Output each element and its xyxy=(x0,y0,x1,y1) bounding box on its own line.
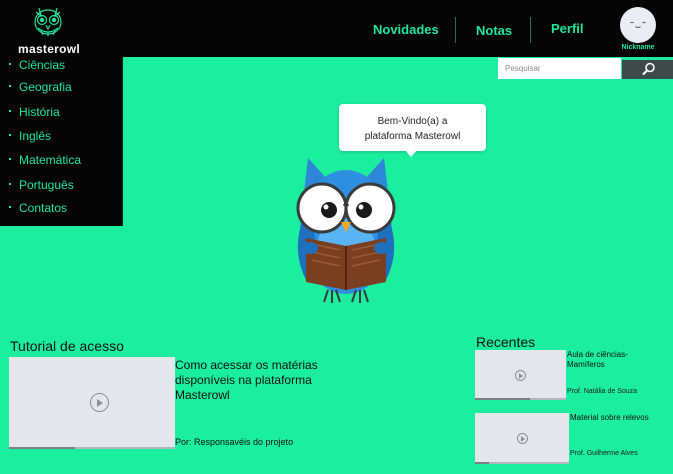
welcome-speech-bubble: Bem-Vindo(a) a plataforma Masterowl xyxy=(339,104,486,151)
bullet-icon xyxy=(9,206,11,208)
play-button[interactable] xyxy=(517,433,528,444)
owl-mascot-icon xyxy=(296,158,396,303)
sidebar-item-geografia[interactable]: Geografia xyxy=(9,80,72,94)
nav-perfil[interactable]: Perfil xyxy=(551,21,584,36)
nav-novidades[interactable]: Novidades xyxy=(373,22,439,37)
bullet-icon xyxy=(9,110,11,112)
bullet-icon xyxy=(9,158,11,160)
sidebar-item-contatos[interactable]: Contatos xyxy=(9,201,67,215)
recent-item-title[interactable]: Material sobre relevos xyxy=(570,413,670,423)
play-icon xyxy=(521,435,525,442)
play-button[interactable] xyxy=(515,370,526,381)
avatar[interactable] xyxy=(620,7,656,43)
tutorial-video-player[interactable] xyxy=(9,357,175,449)
play-button[interactable] xyxy=(90,393,109,412)
recent-video-thumbnail[interactable] xyxy=(475,350,566,400)
sidebar-item-ingles[interactable]: Inglês xyxy=(9,129,51,143)
video-progress-fill xyxy=(475,462,490,464)
nav-notas[interactable]: Notas xyxy=(476,23,512,38)
recent-section-title: Recentes xyxy=(476,334,536,350)
speech-bubble-tail xyxy=(405,150,417,157)
sidebar-item-portugues[interactable]: Português xyxy=(9,178,74,192)
smiley-face-icon xyxy=(630,21,646,28)
sidebar-item-ciencias[interactable]: Ciências xyxy=(9,58,65,72)
search-icon xyxy=(642,62,655,76)
bullet-icon xyxy=(9,183,11,185)
video-progress-fill xyxy=(475,398,530,400)
brand-logo[interactable]: masterowl xyxy=(14,6,90,56)
brand-name: masterowl xyxy=(18,42,81,56)
header-bar: masterowl Novidades Notas Perfil Nicknam… xyxy=(0,0,673,57)
search-button[interactable] xyxy=(622,60,673,79)
tutorial-section-title: Tutorial de acesso xyxy=(10,338,124,354)
play-icon xyxy=(97,398,103,407)
sidebar-item-matematica[interactable]: Matemática xyxy=(9,153,81,167)
recent-item-title[interactable]: Aula de ciências-Mamíferos xyxy=(567,350,657,370)
welcome-line-1: Bem-Vindo(a) a xyxy=(377,116,448,127)
tutorial-description[interactable]: Como acessar os matérias disponíveis na … xyxy=(175,358,345,403)
sidebar-item-historia[interactable]: História xyxy=(9,105,60,119)
recent-video-thumbnail[interactable] xyxy=(475,413,569,464)
bullet-icon xyxy=(9,134,11,136)
video-progress-track[interactable] xyxy=(475,462,569,464)
nav-divider xyxy=(455,17,456,43)
recent-item-author: Prof. Natália de Souza xyxy=(567,388,638,395)
welcome-line-2: plataforma Masterowl xyxy=(364,131,461,142)
bullet-icon xyxy=(9,63,11,65)
owl-logo-icon xyxy=(34,7,62,36)
video-progress-fill xyxy=(9,447,76,449)
nickname-label: Nickname xyxy=(621,44,655,51)
tutorial-author: Por: Responsavéis do projeto xyxy=(175,437,294,447)
play-icon xyxy=(519,372,523,379)
bullet-icon xyxy=(9,85,11,87)
subject-sidebar: Ciências Geografia História Inglês Matem… xyxy=(0,55,123,226)
nav-divider xyxy=(530,17,531,43)
recent-item-author: Prof. Guilherme Alves xyxy=(570,450,638,457)
search-input[interactable] xyxy=(498,58,621,79)
